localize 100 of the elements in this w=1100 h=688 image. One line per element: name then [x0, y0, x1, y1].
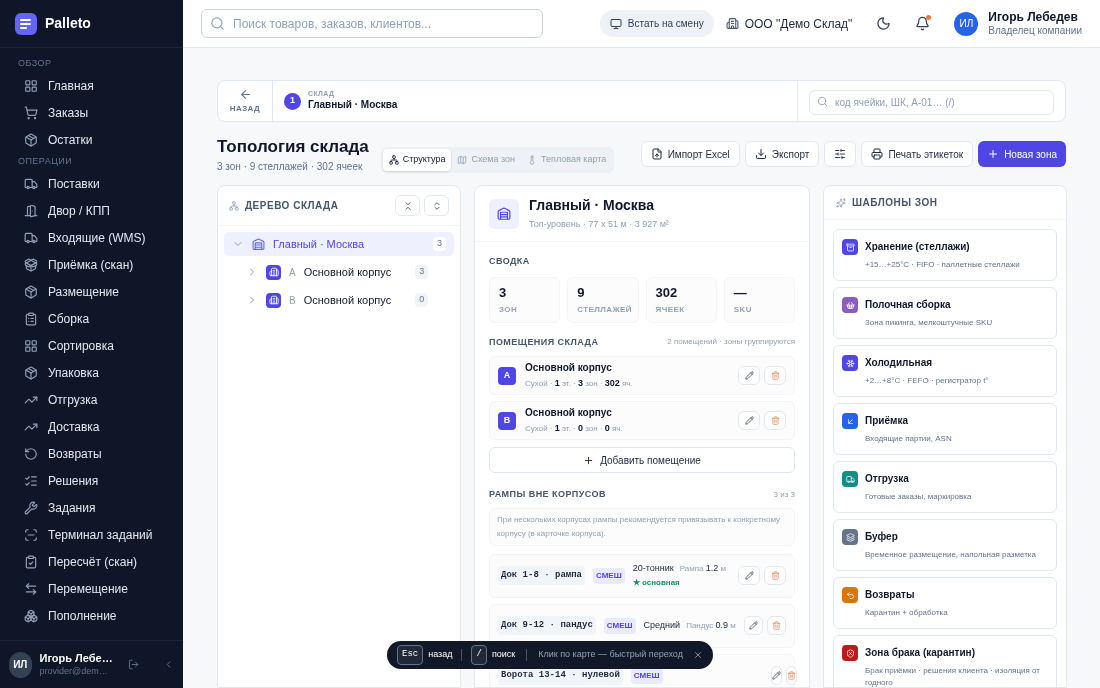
page-title: Топология склада [217, 135, 369, 158]
edit-button[interactable] [770, 666, 782, 685]
template-card[interactable]: Приёмка Входящие партии, ASN [833, 403, 1057, 455]
template-card[interactable]: Полочная сборка Зона пикинга, мелкоштучные SKU [833, 287, 1057, 339]
collapse-all-button[interactable] [395, 195, 420, 216]
trash-icon [770, 371, 780, 380]
template-desc: Входящие партии, ASN [865, 433, 952, 445]
edit-button[interactable] [738, 366, 760, 385]
building-icon [266, 264, 281, 280]
nav-item[interactable]: Возвраты [10, 440, 173, 467]
nav-item[interactable]: Заказы [10, 99, 173, 126]
cube-icon [24, 284, 38, 299]
scan-icon [24, 527, 38, 542]
ramp-code: Док 9-12 · пандус [498, 615, 596, 636]
nav-item[interactable]: Упаковка [10, 359, 173, 386]
panel-title: ШАБЛОНЫ ЗОН [852, 196, 938, 210]
room-meta: Сухой · 1 эт. · 0 зон · 0 яч. [525, 422, 623, 436]
template-card[interactable]: Отгрузка Готовые заказы, маркировка [833, 461, 1057, 513]
tree-label: Основной корпус [303, 264, 392, 280]
action-button[interactable]: Экспорт [744, 141, 820, 167]
notifications-button[interactable] [915, 16, 931, 31]
nav-item[interactable]: Задания [10, 494, 173, 521]
stat-value: — [733, 283, 748, 302]
delete-button[interactable] [764, 366, 786, 385]
edit-button[interactable] [738, 411, 760, 430]
nav-item[interactable]: Остатки [10, 126, 173, 153]
template-card[interactable]: Хранение (стеллажи) +15…+25°C · FIFO · паллетные стеллажи [833, 229, 1057, 281]
nav-item[interactable]: Входящие (WMS) [10, 224, 173, 251]
stat-label: SKU [733, 304, 753, 317]
edit-button[interactable] [738, 566, 760, 585]
edit-button[interactable] [743, 616, 763, 635]
room-card[interactable]: A Основной корпус Сухой · 1 эт. · 3 зон · 302 яч. [489, 356, 795, 395]
shift-button[interactable]: Встать на смену [599, 10, 714, 37]
close-icon[interactable] [693, 650, 703, 660]
view-tab[interactable]: Структура [382, 149, 452, 171]
theme-icon[interactable] [876, 16, 892, 31]
nav-item[interactable]: Размещение [10, 278, 173, 305]
nav-item[interactable]: Главная [10, 72, 173, 99]
room-card[interactable]: B Основной корпус Сухой · 1 эт. · 0 зон · 0 яч. [489, 401, 795, 440]
template-card[interactable]: Холодильная +2…+8°C · FEFO · регистратор t° [833, 345, 1057, 397]
nav-item[interactable]: Отгрузка [10, 386, 173, 413]
action-button[interactable]: Печать этикеток [861, 141, 974, 167]
delete-button[interactable] [764, 411, 786, 430]
user-avatar[interactable]: ИЛ [954, 11, 979, 36]
tree-item[interactable]: B Основной корпус 0 [224, 288, 454, 312]
cell-search-field[interactable]: код ячейки, ШК, A-01… (/) [809, 89, 1054, 115]
nav-item[interactable]: Перемещение [10, 575, 173, 602]
expand-all-button[interactable] [424, 195, 449, 216]
building-icon [725, 17, 739, 30]
nav-item[interactable]: Сборка [10, 305, 173, 332]
tree-item[interactable]: Главный · Москва 3 [224, 232, 454, 256]
delete-button[interactable] [766, 616, 786, 635]
delete-button[interactable] [785, 666, 797, 685]
door-icon [24, 203, 38, 218]
nav-item[interactable]: Двор / КПП [10, 197, 173, 224]
nav-item[interactable]: Поставки [10, 170, 173, 197]
nav-item[interactable]: Решения [10, 467, 173, 494]
tree-letter: B [289, 293, 296, 308]
template-card[interactable]: Возвраты Карантин + обработка [833, 577, 1057, 629]
ramp-type: Средний [643, 618, 681, 632]
add-room-button[interactable]: Добавить помещение [489, 447, 795, 473]
ramp-card[interactable]: Док 1-8 · рампа СМЕШ 20-тонник Рампа 1.2 м ★ основная [489, 553, 795, 598]
template-title: Возвраты [865, 588, 916, 602]
logout-icon[interactable] [127, 658, 139, 671]
nav-item[interactable]: Доставка [10, 413, 173, 440]
org-name[interactable]: ООО "Демо Склад" [744, 14, 853, 33]
template-card[interactable]: Буфер Временное размещение, напольная разметка [833, 519, 1057, 571]
delete-button[interactable] [764, 566, 786, 585]
nav-item[interactable]: Сортировка [10, 332, 173, 359]
search-field[interactable]: Поиск товаров, заказов, клиентов... [201, 9, 543, 38]
template-title: Отгрузка [865, 472, 910, 486]
template-title: Буфер [865, 530, 899, 544]
page-subtitle: 3 зон · 9 стеллажей · 302 ячеек [217, 160, 364, 175]
section-title: СВОДКА [489, 255, 531, 268]
nav-item[interactable]: Пополнение [10, 602, 173, 629]
settings-button[interactable] [824, 141, 857, 167]
truck-icon [24, 176, 38, 191]
truck-icon [24, 230, 38, 245]
nav-item[interactable]: Терминал заданий [10, 521, 173, 548]
tree-item[interactable]: A Основной корпус 3 [224, 260, 454, 284]
nav-item[interactable]: Пересчёт (скан) [10, 548, 173, 575]
template-title: Холодильная [865, 356, 934, 370]
crumb-value[interactable]: Главный · Москва [308, 99, 398, 112]
action-button[interactable]: Импорт Excel [640, 141, 740, 167]
template-desc: Временное размещение, напольная разметка [865, 549, 1036, 561]
clipboard-check-icon [24, 554, 38, 569]
stat-value: 9 [577, 283, 586, 302]
detail-subtitle: Топ-уровень · 77 x 51 м · 3 927 м² [529, 218, 669, 232]
back-button[interactable]: НАЗАД [218, 81, 273, 121]
step-badge: 1 [284, 92, 301, 110]
warehouse-icon [252, 237, 265, 251]
search-icon [210, 16, 225, 31]
printer-icon [871, 148, 884, 160]
section-title: ОПЕРАЦИИ [17, 155, 74, 169]
template-card[interactable]: Зона брака (карантин) Брак приёмки · решения клиента · изоляция от годного [833, 635, 1057, 687]
ramp-card[interactable]: Док 9-12 · пандус СМЕШ Средний Пандус 0.9 м [489, 603, 795, 648]
key-cap: / [471, 645, 487, 665]
section-title: РАМПЫ ВНЕ КОРПУСОВ [489, 488, 606, 501]
new-zone-button[interactable]: Новая зона [978, 141, 1066, 167]
nav-item[interactable]: Приёмка (скан) [10, 251, 173, 278]
